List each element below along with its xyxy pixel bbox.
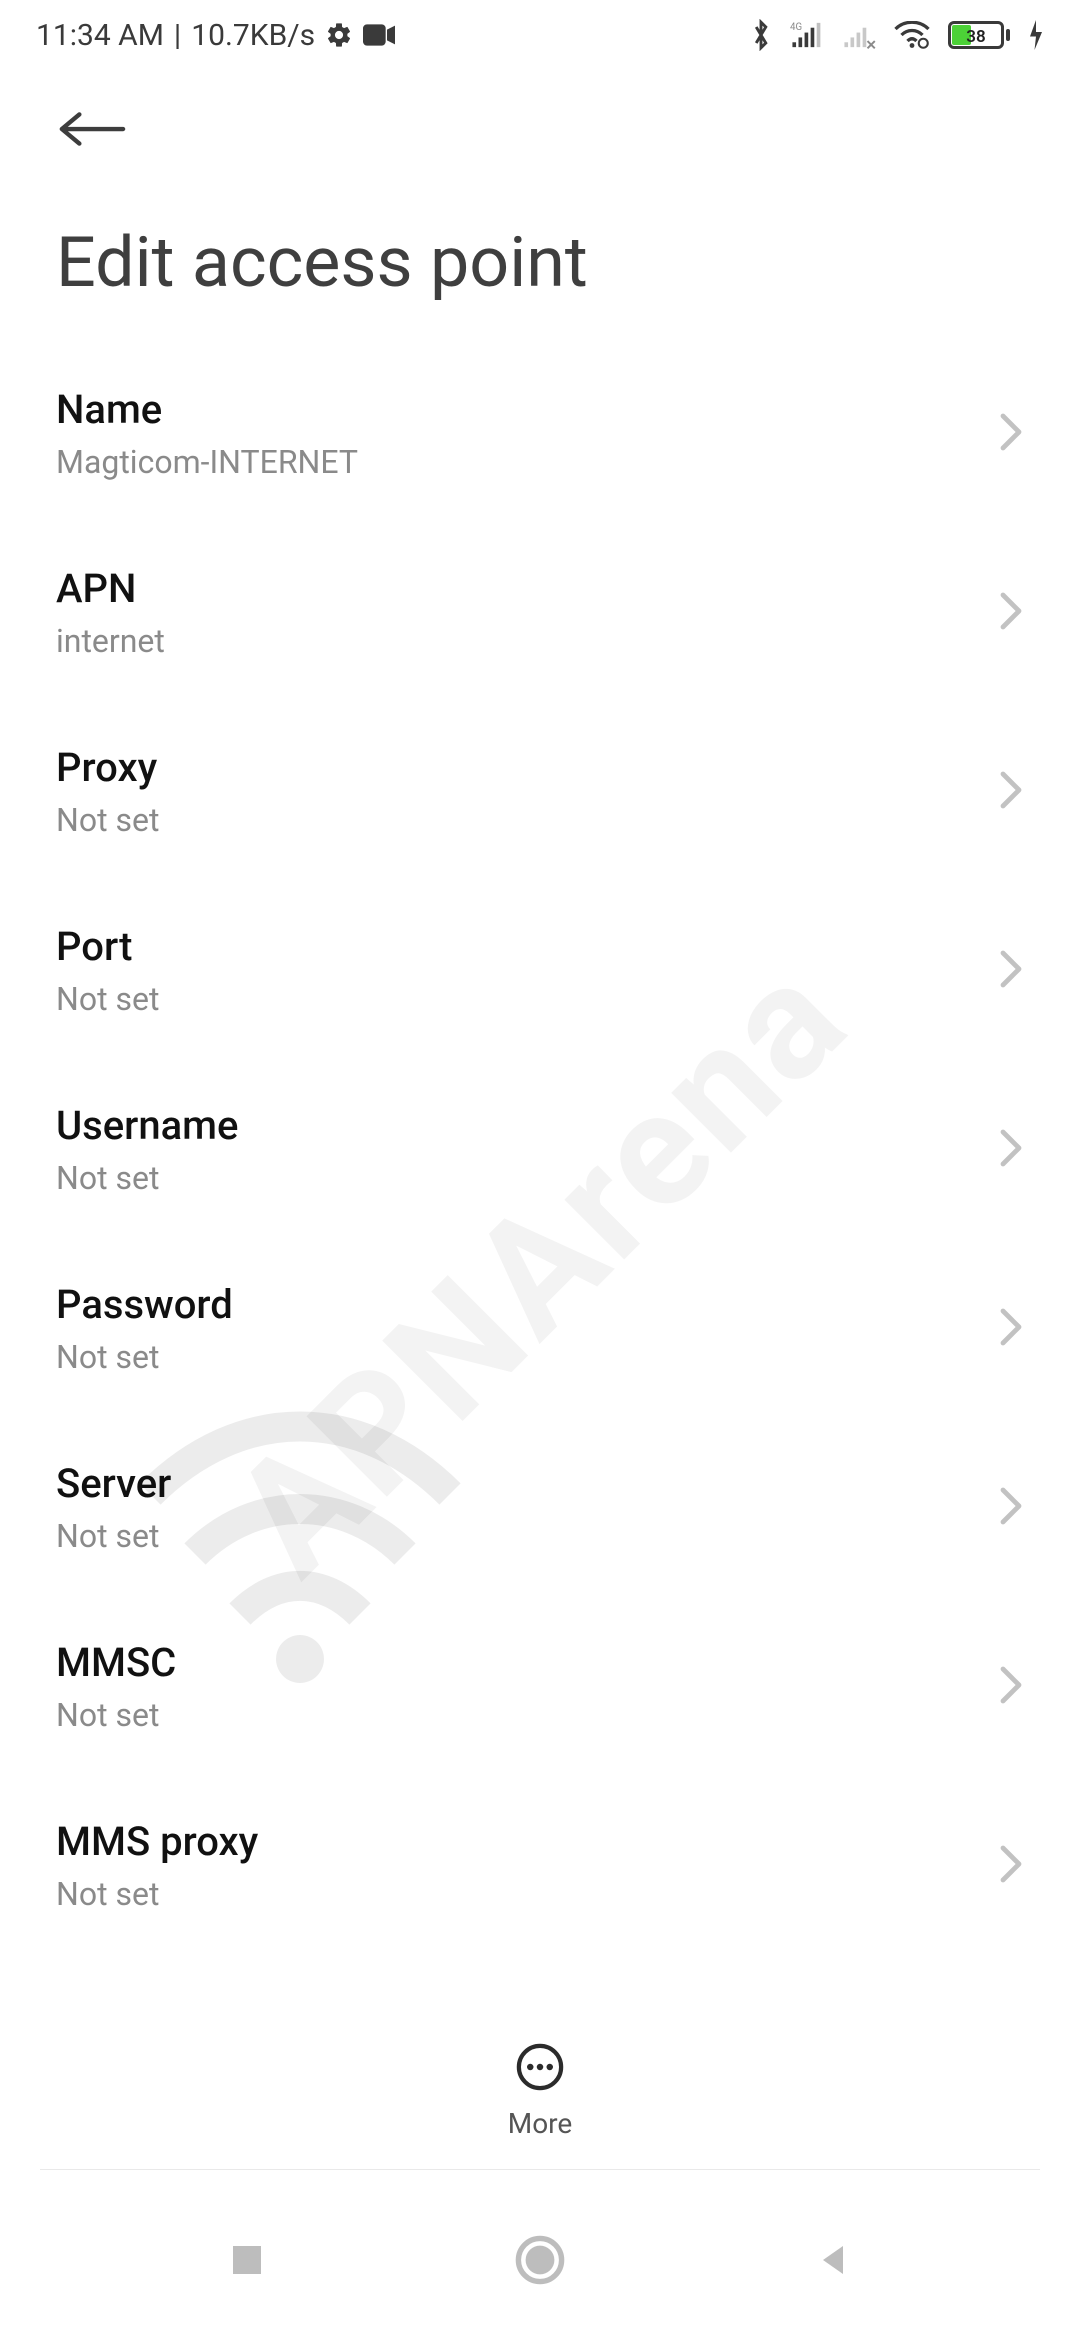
nav-home-button[interactable]: [480, 2233, 600, 2287]
row-value: Not set: [56, 1338, 233, 1376]
camera-icon: [363, 24, 395, 46]
row-label: Server: [56, 1460, 171, 1507]
apn-row-mmsc[interactable]: MMSC Not set: [0, 1597, 1080, 1776]
circle-icon: [513, 2233, 567, 2287]
signal-4g-icon: 4G: [790, 20, 824, 50]
row-label: APN: [56, 565, 165, 612]
status-left: 11:34 AM | 10.7KB/s: [36, 18, 395, 53]
chevron-right-icon: [998, 949, 1024, 993]
more-button[interactable]: More: [508, 2041, 573, 2140]
apn-row-apn[interactable]: APN internet: [0, 523, 1080, 702]
row-value: Not set: [56, 1696, 176, 1734]
row-value: Not set: [56, 1159, 238, 1197]
chevron-right-icon: [998, 1844, 1024, 1888]
svg-text:4G: 4G: [790, 22, 802, 33]
more-icon: [514, 2041, 566, 2097]
chevron-right-icon: [998, 1128, 1024, 1172]
apn-row-password[interactable]: Password Not set: [0, 1239, 1080, 1418]
row-label: MMS proxy: [56, 1818, 258, 1865]
settings-list[interactable]: APNArena Name Magticom-INTERNET APN inte…: [0, 344, 1080, 2024]
chevron-right-icon: [998, 412, 1024, 456]
signal-nosim-icon: [842, 20, 876, 50]
battery-percent: 38: [951, 27, 1001, 47]
row-value: Not set: [56, 1875, 258, 1913]
wifi-icon: [894, 21, 930, 49]
apn-row-mms-proxy[interactable]: MMS proxy Not set: [0, 1776, 1080, 1955]
row-value: Not set: [56, 801, 159, 839]
system-nav-bar: [0, 2180, 1080, 2340]
gear-icon: [325, 21, 353, 49]
bluetooth-icon: [750, 19, 772, 51]
bottom-divider: [40, 2169, 1040, 2170]
chevron-right-icon: [998, 591, 1024, 635]
chevron-right-icon: [998, 1307, 1024, 1351]
apn-row-name[interactable]: Name Magticom-INTERNET: [0, 344, 1080, 523]
row-value: Magticom-INTERNET: [56, 443, 358, 481]
triangle-left-icon: [813, 2240, 853, 2280]
status-bar: 11:34 AM | 10.7KB/s 4G: [0, 0, 1080, 70]
apn-row-username[interactable]: Username Not set: [0, 1060, 1080, 1239]
back-row: [0, 70, 1080, 166]
apn-row-port[interactable]: Port Not set: [0, 881, 1080, 1060]
apn-row-server[interactable]: Server Not set: [0, 1418, 1080, 1597]
row-label: Port: [56, 923, 159, 970]
row-label: MMSC: [56, 1639, 176, 1686]
row-label: Name: [56, 386, 358, 433]
square-icon: [227, 2240, 267, 2280]
back-button[interactable]: [56, 106, 126, 156]
page-title: Edit access point: [0, 166, 1080, 344]
row-label: Proxy: [56, 744, 159, 791]
more-label: More: [508, 2107, 573, 2140]
charging-icon: [1028, 20, 1044, 50]
nav-back-button[interactable]: [773, 2240, 893, 2280]
status-sep: |: [174, 18, 181, 53]
status-time: 11:34 AM: [36, 18, 164, 53]
status-data-rate: 10.7KB/s: [191, 18, 315, 53]
apn-row-proxy[interactable]: Proxy Not set: [0, 702, 1080, 881]
arrow-left-icon: [56, 106, 126, 152]
screen-content: Edit access point APNArena Name Magticom…: [0, 70, 1080, 2140]
chevron-right-icon: [998, 1665, 1024, 1709]
row-value: Not set: [56, 980, 159, 1018]
row-label: Username: [56, 1102, 238, 1149]
nav-recents-button[interactable]: [187, 2240, 307, 2280]
row-label: Password: [56, 1281, 233, 1328]
battery-icon: 38: [948, 21, 1010, 49]
chevron-right-icon: [998, 1486, 1024, 1530]
row-value: internet: [56, 622, 165, 660]
chevron-right-icon: [998, 770, 1024, 814]
bottom-action-bar: More: [0, 2020, 1080, 2160]
row-value: Not set: [56, 1517, 171, 1555]
status-right: 4G: [750, 19, 1044, 51]
